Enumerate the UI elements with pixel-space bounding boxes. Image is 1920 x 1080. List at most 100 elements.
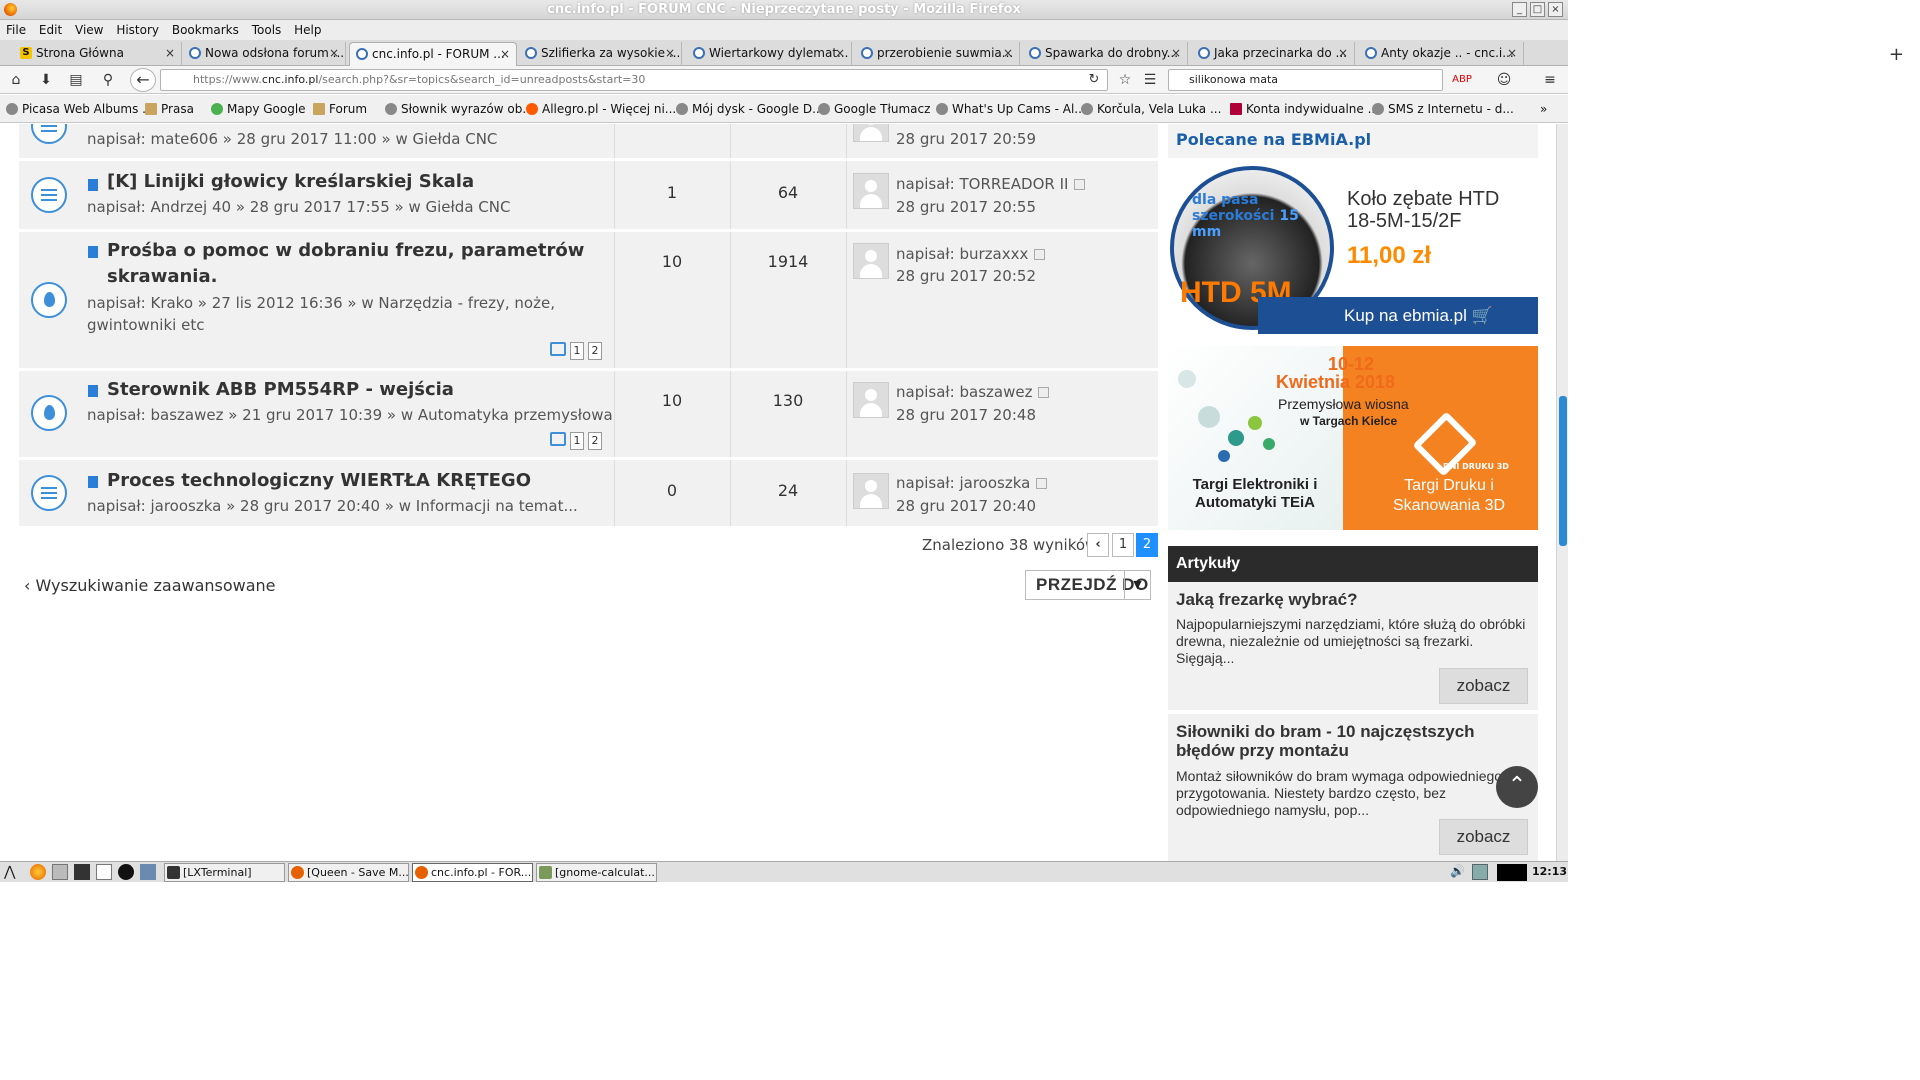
reload-icon[interactable]: ↻	[1084, 70, 1104, 90]
close-tab-icon[interactable]: ×	[165, 42, 175, 64]
scrollbar-thumb[interactable]	[1559, 396, 1567, 546]
page-link[interactable]: 2	[588, 432, 602, 450]
close-tab-icon[interactable]: ×	[329, 42, 339, 64]
close-tab-icon[interactable]: ×	[500, 43, 510, 65]
fair-banner[interactable]: 10-12 Kwietnia 2018 Przemysłowa wiosna w…	[1168, 346, 1538, 530]
tab-przecinarka[interactable]: Jaka przecinarka do ... ×	[1192, 42, 1355, 66]
menu-help[interactable]: Help	[294, 20, 321, 40]
terminal-launcher-icon[interactable]	[74, 864, 90, 880]
desktop-icon[interactable]	[140, 864, 156, 880]
search-icon[interactable]: ⚲	[98, 70, 118, 90]
search-input[interactable]: silikonowa mata	[1168, 69, 1443, 91]
network-icon[interactable]	[1472, 864, 1488, 880]
tab-wiertarkowy[interactable]: Wiertarkowy dylemat... ×	[687, 42, 852, 66]
bookmark-mapy-google[interactable]: Mapy Google	[211, 102, 306, 116]
menu-history[interactable]: History	[116, 20, 159, 40]
volume-icon[interactable]: 🔊	[1450, 864, 1466, 880]
tab-cnc-forum-active[interactable]: cnc.info.pl - FORUM ... ×	[349, 42, 517, 66]
close-window-button[interactable]: ×	[1548, 2, 1563, 17]
reader-list-icon[interactable]: ☰	[1140, 70, 1160, 90]
page-2-current[interactable]: 2	[1136, 533, 1158, 557]
menu-tools[interactable]: Tools	[252, 20, 282, 40]
tab-anty-okazje[interactable]: Anty okazje .. - cnc.i... ×	[1359, 42, 1524, 66]
tab-strona-glowna[interactable]: S Strona Główna ×	[14, 42, 182, 66]
task-lxterminal[interactable]: [LXTerminal]	[164, 863, 285, 882]
goto-post-icon[interactable]	[1034, 249, 1046, 260]
tab-nowa-odslona[interactable]: Nowa odsłona forum ... ×	[183, 42, 346, 66]
buy-button[interactable]: Kup na ebmia.pl 🛒	[1258, 297, 1538, 334]
bookmark-google-tlumacz[interactable]: Google Tłumacz	[818, 102, 930, 116]
caret-down-icon[interactable]: ▼	[1124, 571, 1150, 599]
topic-title[interactable]: Sterownik ABB PM554RP - wejścia	[107, 377, 454, 403]
page-1-button[interactable]: 1	[1112, 533, 1134, 557]
topic-title[interactable]: Prośba o pomoc w dobraniu frezu, paramet…	[107, 238, 587, 290]
file-manager-icon[interactable]	[52, 864, 68, 880]
minimize-button[interactable]: _	[1512, 2, 1527, 17]
bookmark-korcula[interactable]: Korčula, Vela Luka ...	[1081, 102, 1221, 116]
tab-przerobienie[interactable]: przerobienie suwmia... ×	[855, 42, 1020, 66]
adblock-icon[interactable]: ABP	[1452, 70, 1472, 90]
topic-title[interactable]: [K] Linijki głowicy kreślarskiej Skala	[107, 169, 474, 195]
task-queen[interactable]: [Queen - Save M...	[288, 863, 409, 882]
back-button[interactable]: ←	[130, 68, 156, 92]
menu-edit[interactable]: Edit	[39, 20, 62, 40]
avatar[interactable]	[853, 124, 889, 142]
menu-view[interactable]: View	[75, 20, 103, 40]
menu-file[interactable]: File	[6, 20, 26, 40]
close-tab-icon[interactable]: ×	[835, 42, 845, 64]
avatar[interactable]	[853, 173, 889, 209]
bookmark-konta[interactable]: Konta indywidualne ...	[1230, 102, 1379, 116]
task-calculator[interactable]: [gnome-calculat...	[536, 863, 657, 882]
product-name[interactable]: Koło zębate HTD 18-5M-15/2F	[1347, 188, 1527, 232]
goto-post-icon[interactable]	[1036, 478, 1048, 489]
menu-hamburger-icon[interactable]: ≡	[1540, 70, 1560, 90]
close-tab-icon[interactable]: ×	[1507, 42, 1517, 64]
menu-bookmarks[interactable]: Bookmarks	[172, 20, 239, 40]
bookmark-folder-forum[interactable]: Forum	[313, 102, 367, 116]
text-editor-icon[interactable]	[96, 864, 112, 880]
scroll-to-top-button[interactable]: ⌃	[1496, 766, 1538, 808]
close-tab-icon[interactable]: ×	[1003, 42, 1013, 64]
avatar[interactable]	[853, 382, 889, 418]
download-icon[interactable]: ⬇	[36, 70, 56, 90]
page-link[interactable]: 2	[588, 342, 602, 360]
goto-post-icon[interactable]	[1074, 179, 1086, 190]
task-cnc-firefox[interactable]: cnc.info.pl - FOR...	[412, 863, 533, 882]
close-tab-icon[interactable]: ×	[1338, 42, 1348, 64]
extension-icon[interactable]: ☺	[1494, 70, 1514, 90]
tab-spawarka[interactable]: Spawarka do drobny... ×	[1023, 42, 1188, 66]
see-article-button[interactable]: zobacz	[1439, 819, 1528, 855]
goto-post-icon[interactable]	[1038, 387, 1050, 398]
tab-szlifierka[interactable]: Szlifierka za wysokie ... ×	[519, 42, 682, 66]
jump-to-dropdown[interactable]: Przejdź do ▼	[1025, 570, 1151, 600]
bookmark-slownik[interactable]: Słownik wyrazów ob...	[385, 102, 534, 116]
product-ad[interactable]: dla pasa szerokości 15 mm HTD 5M Koło zę…	[1168, 162, 1538, 334]
article-title[interactable]: Siłowniki do bram - 10 najczęstszych błę…	[1176, 722, 1526, 760]
app-launcher-icon[interactable]	[118, 864, 134, 880]
advanced-search-link[interactable]: ‹ Wyszukiwanie zaawansowane	[24, 576, 276, 595]
page-link[interactable]: 1	[570, 432, 584, 450]
start-menu-icon[interactable]: ⋀	[4, 864, 20, 880]
bookmark-folder-prasa[interactable]: Prasa	[145, 102, 194, 116]
close-tab-icon[interactable]: ×	[1171, 42, 1181, 64]
avatar[interactable]	[853, 473, 889, 509]
new-tab-plus-icon[interactable]: +	[1889, 44, 1904, 65]
bookmark-google-drive[interactable]: Mój dysk - Google D...	[676, 102, 824, 116]
avatar[interactable]	[853, 243, 889, 279]
print-icon[interactable]: ▤	[66, 70, 86, 90]
bookmarks-overflow-icon[interactable]: »	[1540, 102, 1547, 116]
previous-page-button[interactable]: ‹	[1087, 533, 1109, 557]
firefox-launcher-icon[interactable]	[30, 864, 46, 880]
page-scrollbar[interactable]	[1556, 124, 1568, 861]
home-icon[interactable]: ⌂	[6, 70, 26, 90]
topic-title[interactable]: Proces technologiczny WIERTŁA KRĘTEGO	[107, 468, 531, 494]
maximize-button[interactable]: □	[1530, 2, 1545, 17]
bookmark-whats-up-cams[interactable]: What's Up Cams - Al...	[936, 102, 1086, 116]
article-title[interactable]: Jaką frezarkę wybrać?	[1176, 590, 1526, 609]
bookmark-picasa[interactable]: Picasa Web Albums ...	[6, 102, 154, 116]
see-article-button[interactable]: zobacz	[1439, 668, 1528, 704]
url-bar[interactable]: https://www.cnc.info.pl/search.php?&sr=t…	[160, 69, 1108, 91]
page-link[interactable]: 1	[570, 342, 584, 360]
bookmark-sms[interactable]: SMS z Internetu - d...	[1372, 102, 1514, 116]
close-tab-icon[interactable]: ×	[665, 42, 675, 64]
